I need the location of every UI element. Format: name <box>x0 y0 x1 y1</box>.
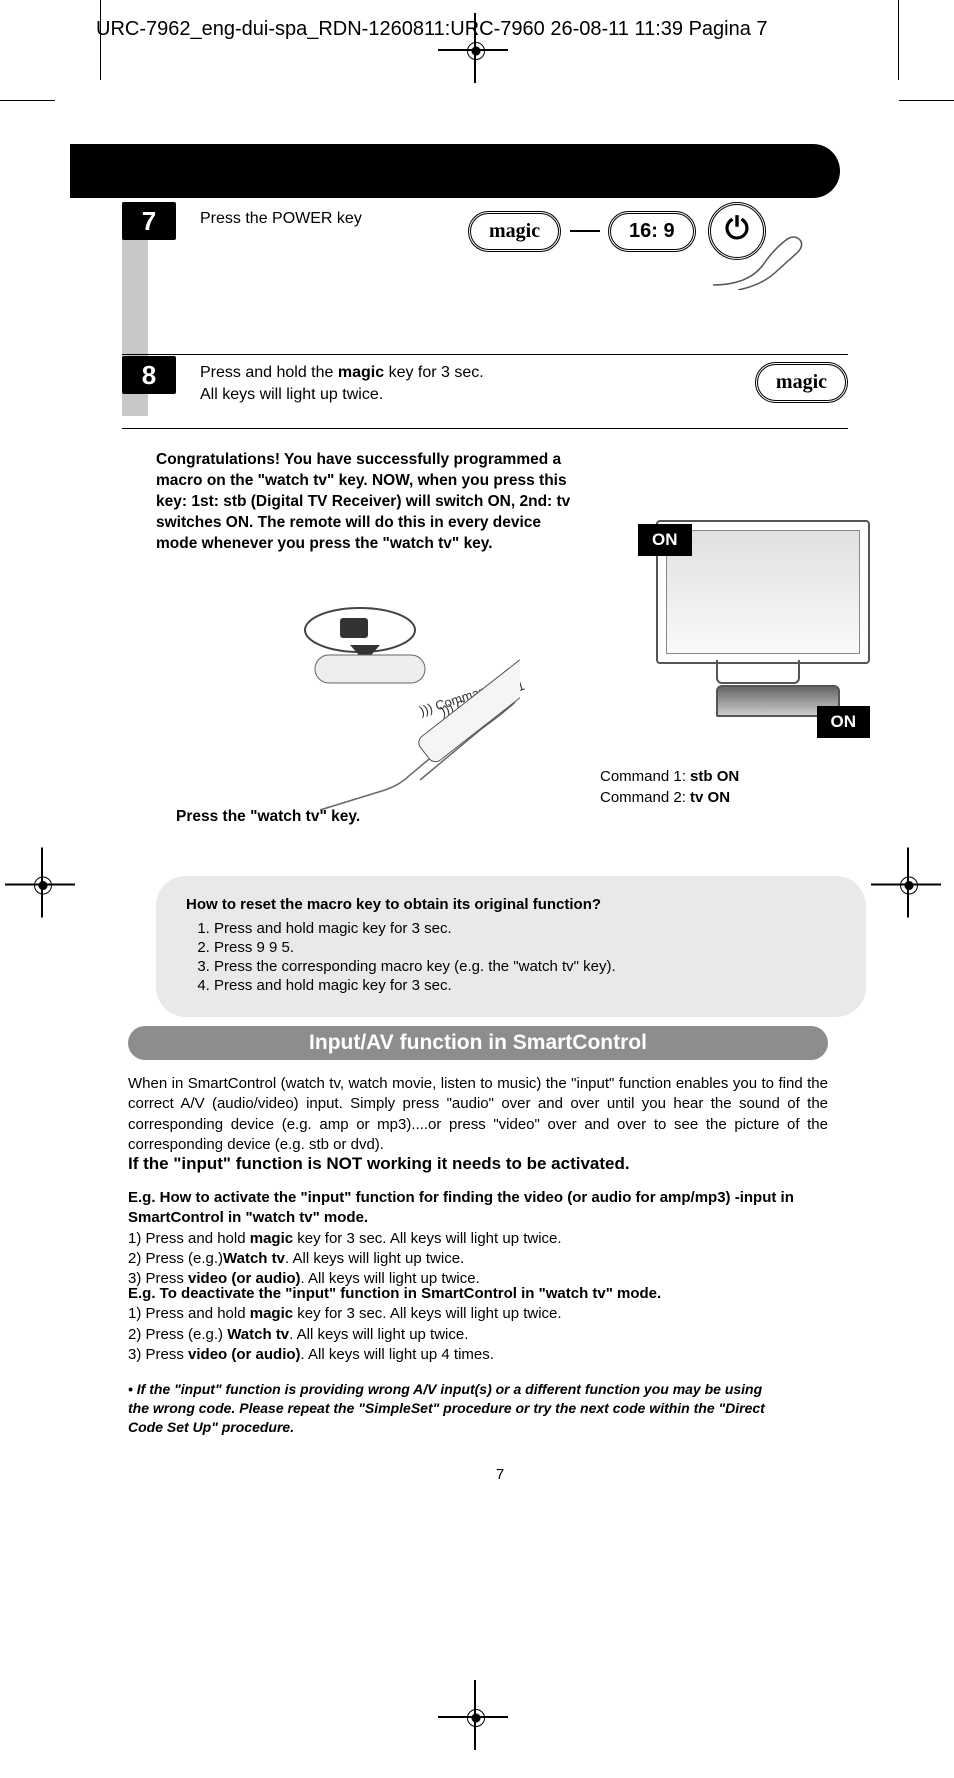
reset-steps-list: Press and hold magic key for 3 sec. Pres… <box>186 919 836 995</box>
text: 3) Press <box>128 1346 188 1363</box>
text: Command 1: <box>600 768 690 785</box>
prepress-header: URC-7962_eng-dui-spa_RDN-1260811:URC-796… <box>96 18 768 41</box>
list-item: Press and hold magic key for 3 sec. <box>214 919 836 938</box>
press-watch-tv-caption: Press the "watch tv" key. <box>176 808 360 826</box>
text-bold: magic <box>338 364 384 381</box>
text: key for 3 sec. All keys will light up tw… <box>293 1305 561 1322</box>
registration-mark-left <box>30 873 58 906</box>
text-bold: magic <box>250 1230 293 1247</box>
crop-mark <box>100 0 101 80</box>
text: . All keys will light up twice. <box>285 1250 464 1267</box>
reset-macro-box: How to reset the macro key to obtain its… <box>156 876 866 1017</box>
registration-mark-bottom <box>463 1705 491 1738</box>
aspect-169-label: 16: 9 <box>608 211 696 252</box>
list-item: Press the corresponding macro key (e.g. … <box>214 957 836 976</box>
step-8-row: 8 Press and hold the magic key for 3 sec… <box>122 356 848 429</box>
registration-mark-right <box>896 873 924 906</box>
remote-in-hand-illustration <box>220 600 520 820</box>
text: Command 2: <box>600 789 690 806</box>
text: Press and hold the <box>200 364 338 381</box>
intro-paragraph: When in SmartControl (watch tv, watch mo… <box>128 1074 828 1155</box>
reset-title: How to reset the macro key to obtain its… <box>186 896 836 913</box>
text-bold: tv ON <box>690 789 730 806</box>
magic-key-label: magic <box>755 362 848 403</box>
text-bold: video (or audio) <box>188 1346 301 1363</box>
step-number-8: 8 <box>122 356 176 394</box>
step-7-illustration: magic 16: 9 <box>468 202 848 286</box>
step-number-7: 7 <box>122 202 176 240</box>
text-bold: Watch tv <box>223 1250 285 1267</box>
footnote-warning: • If the "input" function is providing w… <box>128 1380 768 1437</box>
connector-line <box>570 230 600 232</box>
step-8-text: Press and hold the magic key for 3 sec. … <box>200 356 848 407</box>
crop-mark <box>0 100 55 101</box>
registration-mark-top <box>463 38 491 71</box>
command-legend: Command 1: stb ON Command 2: tv ON <box>600 766 739 808</box>
section-black-bar <box>70 144 840 198</box>
step-7-row: 7 Press the POWER key magic 16: 9 <box>122 202 848 355</box>
text: 1) Press and hold <box>128 1305 250 1322</box>
section-heading-bar: Input/AV function in SmartControl <box>128 1026 828 1060</box>
congratulations-text: Congratulations! You have successfully p… <box>156 450 576 555</box>
text: 1) Press and hold <box>128 1230 250 1247</box>
magic-key-label: magic <box>468 211 561 252</box>
text: key for 3 sec. <box>384 364 484 381</box>
text: 2) Press (e.g.) <box>128 1250 223 1267</box>
activate-lead: E.g. How to activate the "input" functio… <box>128 1188 828 1229</box>
text: 2) Press (e.g.) <box>128 1326 227 1343</box>
text-bold: stb ON <box>690 768 739 785</box>
text: . All keys will light up twice. <box>289 1326 468 1343</box>
text: . All keys will light up 4 times. <box>301 1346 494 1363</box>
text: key for 3 sec. All keys will light up tw… <box>293 1230 561 1247</box>
deactivate-lead: E.g. To deactivate the "input" function … <box>128 1284 828 1304</box>
step-8-illustration: magic <box>755 362 848 403</box>
on-badge-stb: ON <box>817 706 871 738</box>
activation-needed-heading: If the "input" function is NOT working i… <box>128 1154 828 1174</box>
page-number: 7 <box>496 1466 504 1483</box>
activate-procedure: E.g. How to activate the "input" functio… <box>128 1188 828 1289</box>
crop-mark <box>898 0 899 80</box>
tv-stand <box>716 660 800 684</box>
text: All keys will light up twice. <box>200 386 383 403</box>
hand-pressing-illustration <box>708 230 828 290</box>
on-badge-tv: ON <box>638 524 692 556</box>
text-bold: Watch tv <box>227 1326 289 1343</box>
list-item: Press 9 9 5. <box>214 938 836 957</box>
deactivate-procedure: E.g. To deactivate the "input" function … <box>128 1284 828 1365</box>
text-bold: magic <box>250 1305 293 1322</box>
crop-mark <box>899 100 954 101</box>
list-item: Press and hold magic key for 3 sec. <box>214 976 836 995</box>
